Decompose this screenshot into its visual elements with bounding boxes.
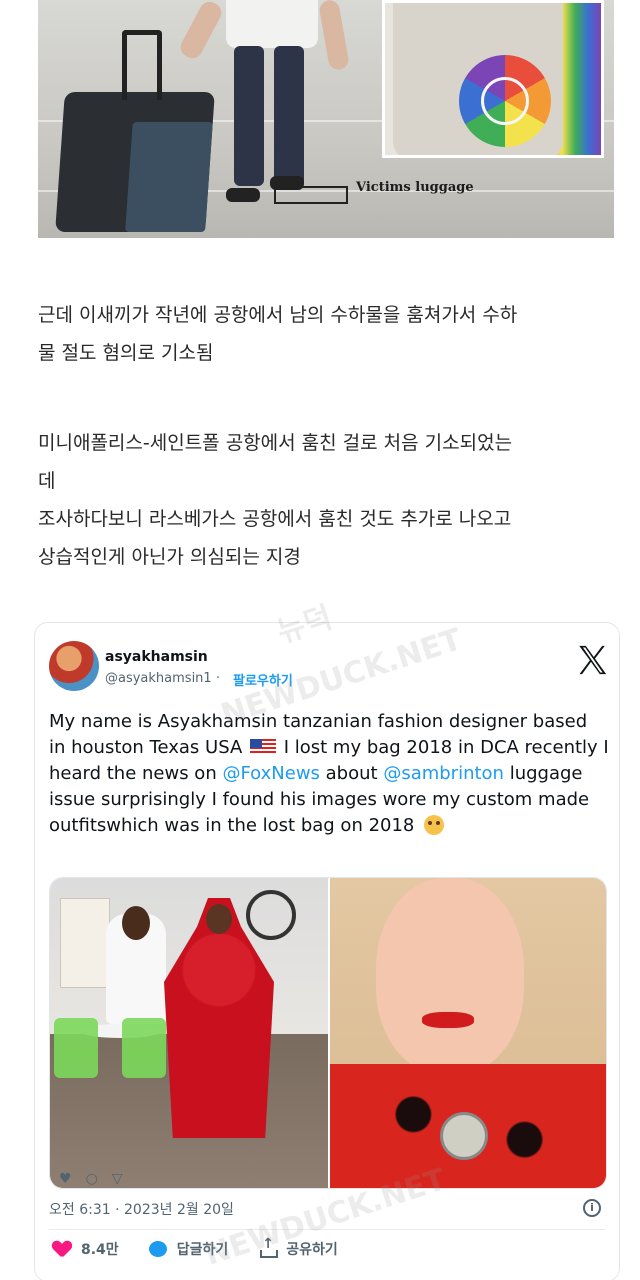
logo-ring — [481, 77, 529, 125]
person-arm — [318, 0, 350, 72]
mention-foxnews-link[interactable]: @FoxNews — [222, 763, 319, 784]
arrow-box — [274, 186, 348, 204]
tweet-display-name[interactable]: asyakhamsin — [105, 649, 208, 665]
reply-button[interactable]: 답글하기 — [148, 1239, 229, 1259]
embedded-tweet: asyakhamsin @asyakhamsin1 · 팔로우하기 My nam… — [34, 622, 620, 1280]
info-icon[interactable]: i — [583, 1199, 601, 1217]
media-photo-designer[interactable] — [50, 878, 328, 1188]
tweet-text: My name is Asyakhamsin tanzanian fashion… — [49, 709, 609, 839]
tweet-text-part: about — [319, 763, 384, 784]
text-line: 물 절도 혐의로 기소됨 — [38, 342, 214, 364]
media-photo-man[interactable] — [330, 878, 606, 1188]
heart-outline-icon[interactable]: ♥ — [59, 1171, 72, 1187]
suitcase-handle — [122, 30, 162, 100]
green-chair — [54, 1018, 98, 1078]
chef-face — [122, 906, 150, 940]
green-chair — [122, 1018, 166, 1078]
text-line: 근데 이새끼가 작년에 공항에서 남의 수하물을 훔쳐가서 수하 — [38, 304, 518, 326]
rainbow-logo-icon — [459, 55, 551, 147]
tweet-media[interactable] — [49, 877, 607, 1189]
heart-icon — [53, 1241, 71, 1257]
reply-label: 답글하기 — [176, 1242, 229, 1258]
text-line: 상습적인게 아닌가 의심되는 지경 — [38, 546, 301, 568]
text-line: 미니애폴리스-세인트폴 공항에서 훔친 걸로 처음 기소되었는 — [38, 432, 513, 454]
person-legs — [234, 46, 308, 186]
like-count: 8.4만 — [81, 1242, 119, 1258]
text-line: 조사하다보니 라스베가스 공항에서 훔친 것도 추가로 나오고 — [38, 508, 512, 530]
wall-art — [60, 898, 110, 988]
victims-luggage-caption: Victims luggage — [356, 180, 474, 195]
fan-icon — [246, 890, 296, 940]
share-label: 공유하기 — [286, 1242, 338, 1258]
korean-paragraph-2: 미니애폴리스-세인트폴 공항에서 훔친 걸로 처음 기소되었는 데 조사하다보니… — [38, 424, 618, 576]
top-luggage-photo: Victims luggage — [38, 0, 614, 238]
inset-shirt-photo — [382, 0, 604, 158]
tweet-footer: 8.4만 답글하기 공유하기 — [53, 1236, 368, 1259]
tweet-handle[interactable]: @asyakhamsin1 · — [105, 671, 220, 686]
korean-paragraph-1: 근데 이새끼가 작년에 공항에서 남의 수하물을 훔쳐가서 수하 물 절도 혐의… — [38, 296, 618, 372]
red-lips — [422, 1012, 474, 1028]
person-leg — [234, 46, 264, 186]
suitcase-panel — [125, 122, 213, 232]
share-icon — [258, 1236, 279, 1258]
person-arm — [177, 0, 225, 62]
us-flag-icon — [249, 739, 276, 755]
mention-sambrinton-link[interactable]: @sambrinton — [383, 763, 504, 784]
pleading-face-icon — [424, 815, 445, 835]
woman-face — [206, 904, 232, 934]
like-button[interactable]: 8.4만 — [53, 1239, 119, 1259]
avatar[interactable] — [49, 641, 99, 691]
share-button[interactable]: 공유하기 — [258, 1236, 338, 1259]
suitcase — [55, 92, 215, 232]
media-overlay-actions: ♥ ○ ▽ — [59, 1171, 123, 1187]
person-shoe — [226, 188, 260, 202]
follow-link[interactable]: 팔로우하기 — [233, 670, 293, 689]
send-icon[interactable]: ▽ — [112, 1171, 123, 1187]
reply-bubble-icon — [148, 1241, 167, 1257]
x-logo-icon[interactable] — [575, 643, 609, 677]
divider — [49, 1229, 605, 1230]
man-head — [376, 878, 524, 1074]
person-shirt — [226, 0, 318, 48]
text-line: 데 — [38, 470, 56, 492]
comment-icon[interactable]: ○ — [86, 1171, 98, 1187]
medallion-necklace — [440, 1112, 488, 1160]
person-leg — [274, 46, 304, 186]
tweet-timestamp[interactable]: 오전 6:31 · 2023년 2월 20일 — [49, 1199, 234, 1219]
